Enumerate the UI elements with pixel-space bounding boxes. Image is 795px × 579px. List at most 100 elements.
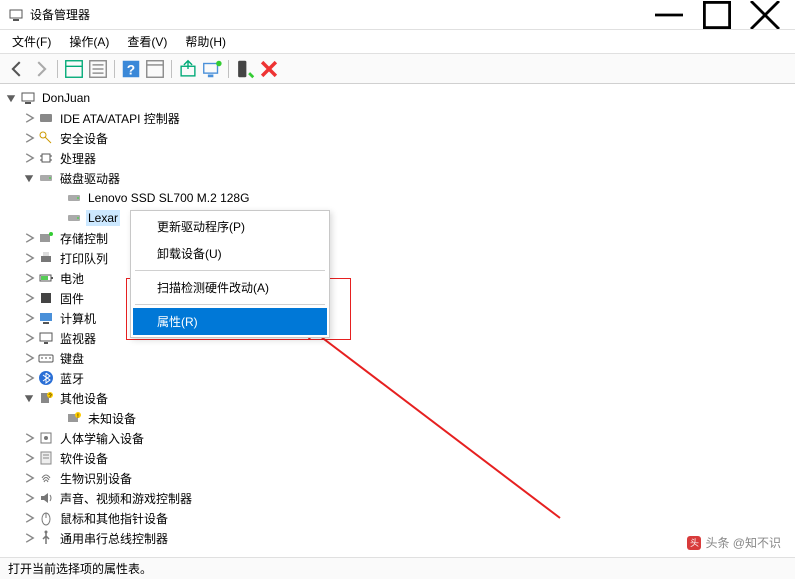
- tree-item-audio[interactable]: 声音、视频和游戏控制器: [0, 488, 795, 508]
- ctx-uninstall[interactable]: 卸载设备(U): [133, 240, 327, 267]
- menu-action[interactable]: 操作(A): [61, 30, 117, 53]
- toolbar: ?: [0, 54, 795, 84]
- chevron-right-icon[interactable]: [22, 371, 36, 385]
- watermark-icon: 头: [687, 536, 701, 550]
- show-hide-tree-button[interactable]: [63, 58, 85, 80]
- ctx-update-driver[interactable]: 更新驱动程序(P): [133, 213, 327, 240]
- tree-item-usb[interactable]: 通用串行总线控制器: [0, 528, 795, 548]
- tree-item-bluetooth[interactable]: 蓝牙: [0, 368, 795, 388]
- close-button[interactable]: [743, 1, 787, 29]
- show-hidden-button[interactable]: [144, 58, 166, 80]
- usb-icon: [38, 530, 54, 546]
- tree-spacer: [50, 411, 64, 425]
- minimize-button[interactable]: [647, 1, 691, 29]
- chevron-right-icon[interactable]: [22, 351, 36, 365]
- chevron-down-icon[interactable]: [22, 171, 36, 185]
- uninstall-device-button[interactable]: [258, 58, 280, 80]
- tree-item-biometric[interactable]: 生物识别设备: [0, 468, 795, 488]
- other-devices-icon: ?: [38, 390, 54, 406]
- chevron-right-icon[interactable]: [22, 431, 36, 445]
- ctx-scan-hardware[interactable]: 扫描检测硬件改动(A): [133, 274, 327, 301]
- tree-item-mouse[interactable]: 鼠标和其他指针设备: [0, 508, 795, 528]
- tree-item-computer[interactable]: 计算机: [0, 308, 795, 328]
- chevron-right-icon[interactable]: [22, 131, 36, 145]
- tree-item-cpu[interactable]: 处理器: [0, 148, 795, 168]
- printer-icon: [38, 250, 54, 266]
- svg-text:?: ?: [127, 62, 135, 77]
- properties-button[interactable]: [87, 58, 109, 80]
- help-button[interactable]: ?: [120, 58, 142, 80]
- chevron-down-icon[interactable]: [22, 391, 36, 405]
- titlebar: 设备管理器: [0, 0, 795, 30]
- tree-item-ide[interactable]: IDE ATA/ATAPI 控制器: [0, 108, 795, 128]
- watermark-text: 头条 @知不识: [705, 534, 781, 551]
- toolbar-separator: [57, 60, 58, 78]
- tree-root[interactable]: DonJuan: [0, 88, 795, 108]
- tree-item-disk[interactable]: 磁盘驱动器: [0, 168, 795, 188]
- menu-file[interactable]: 文件(F): [4, 30, 59, 53]
- tree-item-storage-ctrl[interactable]: 存储控制: [0, 228, 795, 248]
- menu-help[interactable]: 帮助(H): [177, 30, 234, 53]
- tree-item-keyboard[interactable]: 键盘: [0, 348, 795, 368]
- window-controls: [647, 1, 787, 29]
- tree-item-disk-lenovo[interactable]: Lenovo SSD SL700 M.2 128G: [0, 188, 795, 208]
- chevron-right-icon[interactable]: [22, 311, 36, 325]
- tree-label: 存储控制: [58, 229, 110, 248]
- forward-button[interactable]: [30, 58, 52, 80]
- keyboard-icon: [38, 350, 54, 366]
- toolbar-separator: [114, 60, 115, 78]
- tree-label: 计算机: [58, 309, 98, 328]
- tree-item-unknown-device[interactable]: ! 未知设备: [0, 408, 795, 428]
- chevron-right-icon[interactable]: [22, 271, 36, 285]
- tree-label: 声音、视频和游戏控制器: [58, 489, 194, 508]
- cpu-icon: [38, 150, 54, 166]
- tree-item-monitor[interactable]: 监视器: [0, 328, 795, 348]
- tree-item-software[interactable]: 软件设备: [0, 448, 795, 468]
- app-icon: [8, 7, 24, 23]
- scan-hardware-button[interactable]: [201, 58, 223, 80]
- back-button[interactable]: [6, 58, 28, 80]
- chevron-right-icon[interactable]: [22, 111, 36, 125]
- controller-icon: [38, 110, 54, 126]
- ctx-properties[interactable]: 属性(R): [133, 308, 327, 335]
- tree-label: Lexar: [86, 210, 120, 226]
- tree-item-other-devices[interactable]: ? 其他设备: [0, 388, 795, 408]
- context-menu-separator: [135, 304, 325, 305]
- chevron-right-icon[interactable]: [22, 291, 36, 305]
- tree-item-battery[interactable]: 电池: [0, 268, 795, 288]
- context-menu-separator: [135, 270, 325, 271]
- chevron-right-icon[interactable]: [22, 151, 36, 165]
- tree-item-print-queue[interactable]: 打印队列: [0, 248, 795, 268]
- unknown-device-icon: !: [66, 410, 82, 426]
- tree-spacer: [50, 211, 64, 225]
- tree-item-hid[interactable]: 人体学输入设备: [0, 428, 795, 448]
- tree-item-firmware[interactable]: 固件: [0, 288, 795, 308]
- chevron-right-icon[interactable]: [22, 331, 36, 345]
- tree-label: 电池: [58, 269, 86, 288]
- tree-spacer: [50, 191, 64, 205]
- chevron-right-icon[interactable]: [22, 471, 36, 485]
- chevron-right-icon[interactable]: [22, 251, 36, 265]
- tree-label: 软件设备: [58, 449, 110, 468]
- disk-icon: [66, 190, 82, 206]
- tree-item-disk-lexar[interactable]: Lexar: [0, 208, 795, 228]
- chevron-right-icon[interactable]: [22, 231, 36, 245]
- tree-label: 固件: [58, 289, 86, 308]
- device-tree[interactable]: DonJuan IDE ATA/ATAPI 控制器 安全设备 处理器 磁盘驱动器…: [0, 84, 795, 553]
- menu-view[interactable]: 查看(V): [119, 30, 175, 53]
- maximize-button[interactable]: [695, 1, 739, 29]
- chevron-right-icon[interactable]: [22, 531, 36, 545]
- chevron-down-icon[interactable]: [4, 91, 18, 105]
- key-icon: [38, 130, 54, 146]
- statusbar: 打开当前选择项的属性表。: [0, 557, 795, 579]
- controller-icon: [38, 230, 54, 246]
- chevron-right-icon[interactable]: [22, 511, 36, 525]
- enable-device-button[interactable]: [234, 58, 256, 80]
- tree-item-security[interactable]: 安全设备: [0, 128, 795, 148]
- chevron-right-icon[interactable]: [22, 451, 36, 465]
- tree-label: 磁盘驱动器: [58, 169, 122, 188]
- chevron-right-icon[interactable]: [22, 491, 36, 505]
- tree-label: 监视器: [58, 329, 98, 348]
- computer-icon: [20, 90, 36, 106]
- update-driver-button[interactable]: [177, 58, 199, 80]
